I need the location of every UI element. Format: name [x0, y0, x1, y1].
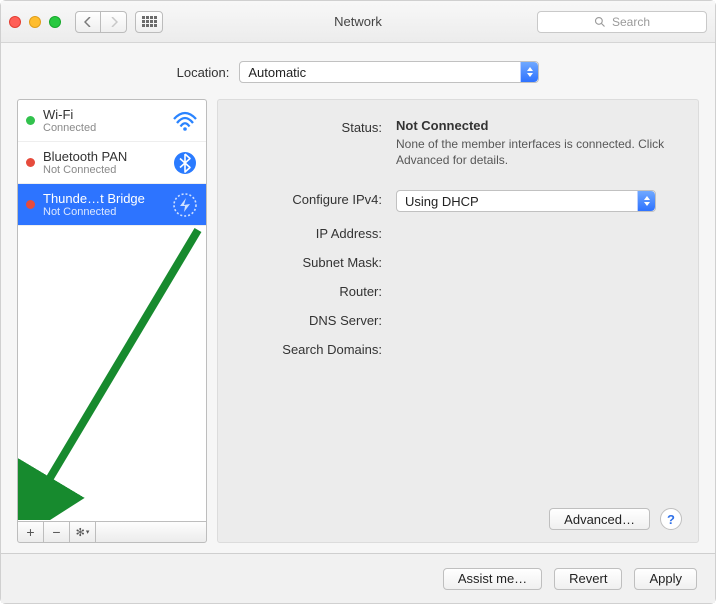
- chevron-right-icon: [110, 17, 118, 27]
- detail-panel: Status: Not Connected None of the member…: [217, 99, 699, 543]
- status-label: Status:: [236, 118, 396, 135]
- close-window[interactable]: [9, 16, 21, 28]
- select-stepper-icon: [637, 191, 655, 211]
- window-controls: [9, 16, 61, 28]
- subnet-mask-label: Subnet Mask:: [236, 253, 396, 270]
- service-name: Thunde…t Bridge: [43, 191, 164, 206]
- location-label: Location:: [177, 65, 230, 80]
- select-stepper-icon: [520, 62, 538, 82]
- search-input[interactable]: Search: [537, 11, 707, 33]
- status-dot: [26, 200, 35, 209]
- sidebar-column: Wi-Fi Connected Bluetooth PAN Not Connec…: [17, 99, 207, 543]
- router-label: Router:: [236, 282, 396, 299]
- help-button[interactable]: ?: [660, 508, 682, 530]
- service-status: Not Connected: [43, 164, 164, 176]
- revert-button[interactable]: Revert: [554, 568, 622, 590]
- service-list: Wi-Fi Connected Bluetooth PAN Not Connec…: [17, 99, 207, 521]
- forward-button[interactable]: [101, 11, 127, 33]
- minimize-window[interactable]: [29, 16, 41, 28]
- remove-service-button[interactable]: −: [44, 522, 70, 542]
- show-all-button[interactable]: [135, 11, 163, 33]
- service-item-wifi[interactable]: Wi-Fi Connected: [18, 100, 206, 142]
- location-value: Automatic: [248, 65, 306, 80]
- dns-server-label: DNS Server:: [236, 311, 396, 328]
- configure-ipv4-select[interactable]: Using DHCP: [396, 190, 656, 212]
- location-select[interactable]: Automatic: [239, 61, 539, 83]
- bluetooth-icon: [172, 150, 198, 176]
- service-status: Not Connected: [43, 206, 164, 218]
- footer: Assist me… Revert Apply: [1, 553, 715, 603]
- grid-icon: [142, 16, 157, 27]
- status-value: Not Connected: [396, 118, 680, 133]
- service-actions-menu[interactable]: ✻▾: [70, 522, 96, 542]
- service-item-thunderbolt-bridge[interactable]: Thunde…t Bridge Not Connected: [18, 184, 206, 226]
- wifi-icon: [172, 108, 198, 134]
- service-status: Connected: [43, 122, 164, 134]
- service-item-bluetooth[interactable]: Bluetooth PAN Not Connected: [18, 142, 206, 184]
- status-dot: [26, 116, 35, 125]
- chevron-left-icon: [84, 17, 92, 27]
- search-domains-label: Search Domains:: [236, 340, 396, 357]
- zoom-window[interactable]: [49, 16, 61, 28]
- location-row: Location: Automatic: [1, 43, 715, 99]
- configure-ipv4-value: Using DHCP: [405, 194, 479, 209]
- thunderbolt-bridge-icon: [172, 192, 198, 218]
- advanced-button[interactable]: Advanced…: [549, 508, 650, 530]
- network-prefs-window: Network Search Location: Automatic Wi-Fi…: [0, 0, 716, 604]
- service-tools: + − ✻▾: [17, 521, 207, 543]
- status-description: None of the member interfaces is connect…: [396, 136, 680, 168]
- assist-me-button[interactable]: Assist me…: [443, 568, 542, 590]
- back-button[interactable]: [75, 11, 101, 33]
- configure-ipv4-label: Configure IPv4:: [236, 190, 396, 207]
- add-service-button[interactable]: +: [18, 522, 44, 542]
- tool-spacer: [96, 522, 206, 542]
- search-placeholder: Search: [612, 15, 650, 29]
- status-dot: [26, 158, 35, 167]
- gear-icon: ✻: [76, 526, 85, 539]
- titlebar: Network Search: [1, 1, 715, 43]
- service-name: Wi-Fi: [43, 107, 164, 122]
- ip-address-label: IP Address:: [236, 224, 396, 241]
- search-icon: [594, 16, 606, 28]
- service-name: Bluetooth PAN: [43, 149, 164, 164]
- apply-button[interactable]: Apply: [634, 568, 697, 590]
- content-area: Wi-Fi Connected Bluetooth PAN Not Connec…: [1, 99, 715, 553]
- nav-back-forward: [75, 11, 127, 33]
